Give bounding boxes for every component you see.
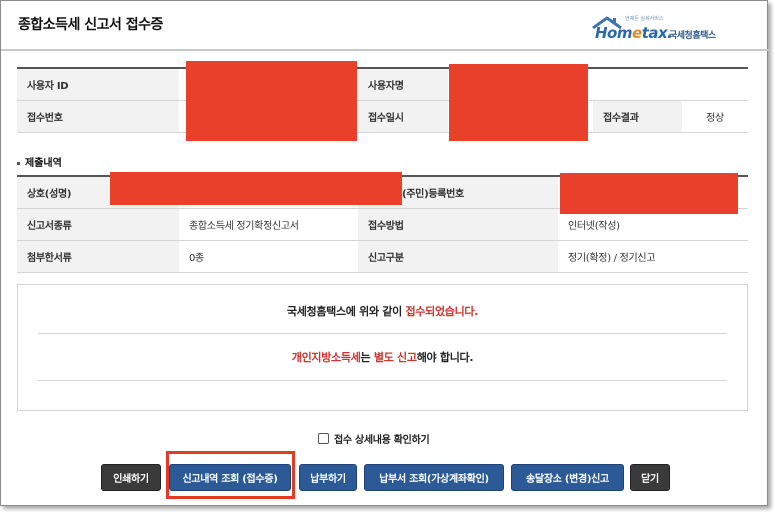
notice-received-text: 국세청홈택스에 위와 같이 — [286, 305, 406, 318]
header-divider — [1, 49, 769, 51]
section-title-text: 제출내역 — [25, 158, 62, 169]
table-row: 첨부한서류 0종 신고구분 정기(확정) / 정기신고 — [17, 240, 748, 273]
notice-local-tax: 개인지방소득세는 별도 신고해야 합니다. — [18, 349, 747, 365]
attach-value: 0종 — [179, 240, 358, 273]
redaction-block — [110, 172, 402, 205]
page-title: 종합소득세 신고서 접수증 — [18, 17, 163, 33]
detail-checkbox-row[interactable]: 접수 상세내용 확인하기 — [318, 431, 430, 446]
user-id-label: 사용자 ID — [17, 68, 179, 101]
logo-wordmark-e: e — [632, 24, 642, 42]
print-button[interactable]: 인쇄하기 — [101, 464, 161, 491]
notice-box: 국세청홈택스에 위와 같이 접수되었습니다. 개인지방소득세는 별도 신고해야 … — [17, 284, 748, 411]
highlight-box — [166, 451, 295, 499]
pay-slip-button[interactable]: 납부서 조회(가상계좌확인) — [364, 464, 504, 491]
divider — [38, 333, 727, 334]
result-value: 정상 — [682, 100, 748, 133]
notice-received: 국세청홈택스에 위와 같이 접수되었습니다. — [18, 303, 747, 319]
divider — [38, 380, 727, 381]
notice-local-tax-tail: 해야 합니다. — [416, 351, 474, 364]
section-title: 제출내역 — [17, 154, 62, 169]
receipt-no-label: 접수번호 — [17, 100, 179, 133]
redaction-block — [186, 61, 357, 141]
result-label: 접수결과 — [593, 100, 682, 133]
table-row: 사용자 ID 사용자명 — [17, 68, 748, 101]
notice-separate-highlight: 별도 신고 — [373, 351, 417, 364]
category-label: 신고구분 — [358, 240, 558, 273]
receipt-info-table: 사용자 ID 사용자명 접수번호 접수일시 접수결과 정상 — [17, 67, 748, 133]
logo-tagline: 언제든 실세서비스 — [625, 16, 664, 22]
receipt-window: 종합소득세 신고서 접수증 언제든 실세서비스 Hometax. 국세청홈택스 … — [0, 0, 769, 506]
method-label: 접수방법 — [358, 208, 558, 241]
redaction-block — [560, 173, 738, 214]
notice-local-tax-text: 는 — [360, 351, 374, 364]
logo-wordmark-post: tax. — [641, 24, 673, 42]
report-type-label: 신고서종류 — [17, 208, 179, 241]
logo-wordmark: Hometax. — [595, 24, 673, 42]
logo-korean: 국세청홈택스 — [669, 31, 716, 41]
notice-received-highlight: 접수되었습니다. — [405, 305, 479, 318]
notice-local-tax-highlight: 개인지방소득세 — [291, 351, 361, 364]
attach-label: 첨부한서류 — [17, 240, 179, 273]
close-button[interactable]: 닫기 — [630, 464, 670, 491]
redaction-block — [449, 64, 588, 141]
bullet-icon — [17, 161, 20, 165]
report-type-value: 종합소득세 정기확정신고서 — [179, 208, 358, 241]
detail-checkbox-label: 접수 상세내용 확인하기 — [334, 435, 430, 446]
table-row: 접수번호 접수일시 접수결과 정상 — [17, 100, 748, 133]
mailing-address-button[interactable]: 송달장소 (변경)신고 — [511, 464, 624, 491]
user-name-label: 사용자명 — [358, 68, 448, 101]
detail-checkbox[interactable] — [318, 433, 329, 444]
receipt-date-label: 접수일시 — [358, 100, 448, 133]
pay-button[interactable]: 납부하기 — [299, 464, 357, 491]
hometax-logo: 언제든 실세서비스 Hometax. 국세청홈택스 — [591, 15, 741, 49]
logo-wordmark-pre: Hom — [595, 24, 633, 42]
category-value: 정기(확정) / 정기신고 — [558, 240, 748, 273]
